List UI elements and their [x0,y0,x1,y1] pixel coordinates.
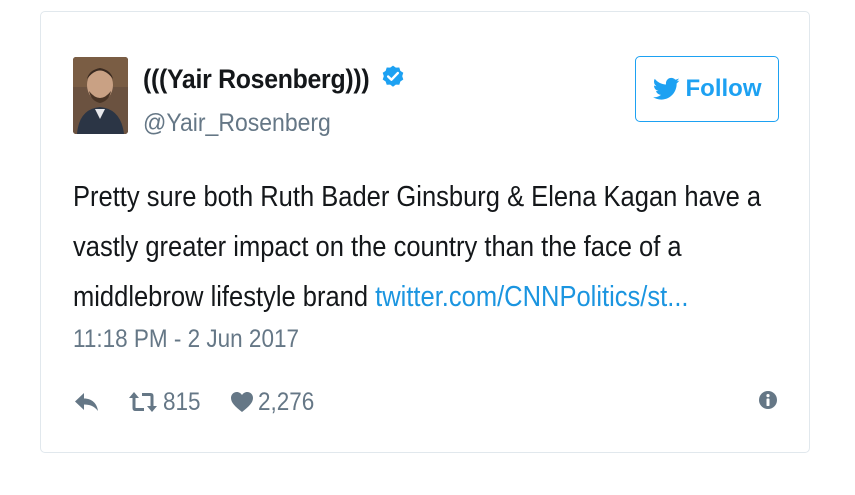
retweet-button[interactable]: 815 [128,388,205,417]
heart-icon [230,392,253,412]
tweet-text: Pretty sure both Ruth Bader Ginsburg & E… [73,172,762,322]
action-bar: 815 2,276 [73,387,320,417]
follow-label: Follow [685,75,762,102]
tweet-card: (((Yair Rosenberg))) @Yair_Rosenberg Fol… [40,11,810,453]
retweet-count: 815 [163,387,201,416]
avatar-image [73,57,128,134]
verified-badge-icon [382,65,404,87]
tweet-line: middlebrow lifestyle brand twitter.com/C… [73,272,689,322]
tweet-link[interactable]: twitter.com/CNNPolitics/st... [375,281,688,313]
tweet-timestamp[interactable]: 11:18 PM - 2 Jun 2017 [73,325,299,354]
info-icon[interactable] [758,390,778,410]
tweet-line-text: middlebrow lifestyle brand [73,281,376,313]
user-handle[interactable]: @Yair_Rosenberg [143,109,331,138]
reply-icon [75,393,98,411]
tweet-line: vastly greater impact on the country tha… [73,231,682,263]
like-button[interactable]: 2,276 [205,388,321,417]
reply-button[interactable] [73,390,128,414]
retweet-icon [129,392,157,412]
display-name[interactable]: (((Yair Rosenberg))) [143,64,370,95]
follow-button[interactable]: Follow [635,56,779,122]
twitter-bird-icon [652,77,680,100]
like-count: 2,276 [257,387,315,416]
avatar[interactable] [73,57,128,134]
tweet-line: Pretty sure both Ruth Bader Ginsburg & E… [73,181,762,213]
